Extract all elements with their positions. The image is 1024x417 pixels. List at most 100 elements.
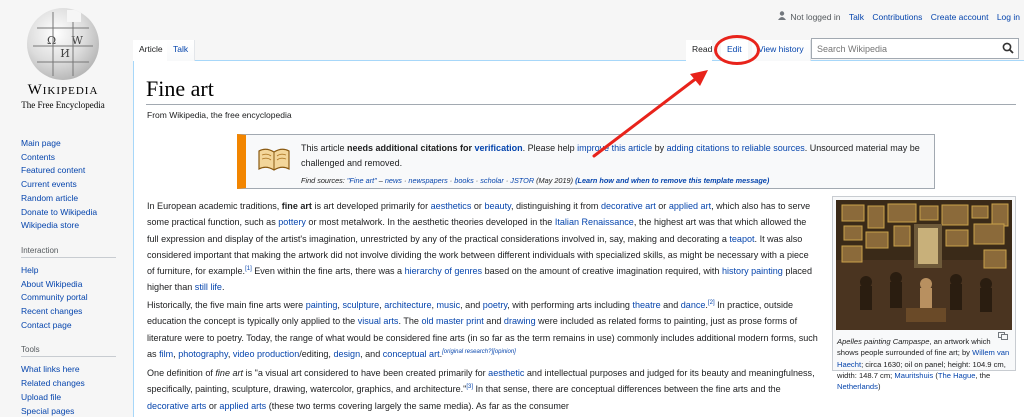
- link-painting[interactable]: painting: [306, 300, 338, 310]
- tab-view-history[interactable]: View history: [752, 40, 811, 61]
- text: or: [655, 201, 669, 211]
- caption-title: Apelles painting Campaspe: [837, 337, 930, 346]
- link-music[interactable]: music: [437, 300, 461, 310]
- sidebar-heading-tools: Tools: [21, 345, 116, 358]
- link-pottery[interactable]: pottery: [278, 217, 306, 227]
- link-old-master-print[interactable]: old master print: [421, 316, 483, 326]
- link-drawing[interactable]: drawing: [504, 316, 536, 326]
- caption-text: , the: [975, 370, 991, 380]
- link-teapot[interactable]: teapot: [729, 234, 754, 244]
- link-theatre[interactable]: theatre: [632, 300, 660, 310]
- link-still-life[interactable]: still life: [195, 282, 222, 292]
- banner-text-4: . Please help: [522, 143, 578, 153]
- link-conceptual-art[interactable]: conceptual art: [383, 349, 440, 359]
- tag-original-research[interactable]: [original research?]: [442, 349, 493, 355]
- tab-article[interactable]: Article: [133, 40, 170, 61]
- source-fine-art-link[interactable]: "Fine art": [347, 176, 377, 185]
- link-beauty[interactable]: beauty: [484, 201, 511, 211]
- link-architecture[interactable]: architecture: [384, 300, 431, 310]
- log-in-link[interactable]: Log in: [997, 12, 1020, 22]
- sidebar-item-random-article[interactable]: Random article: [21, 192, 126, 206]
- sidebar-item-featured-content[interactable]: Featured content: [21, 164, 126, 178]
- sidebar-item-help[interactable]: Help: [21, 264, 126, 278]
- link-mauritshuis[interactable]: Mauritshuis: [894, 371, 933, 380]
- tag-opinion[interactable]: [opinion]: [493, 349, 516, 355]
- link-aesthetics[interactable]: aesthetics: [431, 201, 472, 211]
- text: and: [483, 316, 504, 327]
- sidebar-item-about[interactable]: About Wikipedia: [21, 278, 126, 292]
- link-hierarchy-of-genres[interactable]: hierarchy of genres: [405, 266, 482, 276]
- ref-2[interactable]: [2]: [708, 300, 715, 306]
- search-input[interactable]: [811, 38, 1019, 59]
- link-applied-art[interactable]: applied art: [669, 201, 711, 211]
- open-book-icon: [258, 148, 290, 171]
- sidebar-item-community-portal[interactable]: Community portal: [21, 291, 126, 305]
- link-decorative-art[interactable]: decorative art: [601, 201, 656, 211]
- link-the-hague[interactable]: The Hague: [938, 371, 976, 380]
- ref-3[interactable]: [3]: [466, 384, 473, 390]
- learn-more-link[interactable]: (Learn how and when to remove this templ…: [575, 176, 769, 185]
- sidebar-item-contents[interactable]: Contents: [21, 151, 126, 165]
- sidebar-item-current-events[interactable]: Current events: [21, 178, 126, 192]
- page-title: Fine art: [146, 76, 214, 101]
- tab-read[interactable]: Read: [686, 40, 713, 61]
- text: (these two terms covering largely the sa…: [266, 400, 569, 411]
- paragraph-1: In European academic traditions, fine ar…: [147, 198, 818, 296]
- sidebar-item-what-links-here[interactable]: What links here: [21, 363, 126, 377]
- link-aesthetic[interactable]: aesthetic: [488, 368, 524, 378]
- link-decorative-arts[interactable]: decorative arts: [147, 401, 206, 411]
- sidebar-item-donate[interactable]: Donate to Wikipedia: [21, 206, 126, 220]
- link-history-painting[interactable]: history painting: [722, 266, 783, 276]
- banner-text-2: needs additional citations for: [347, 143, 475, 153]
- sidebar-item-recent-changes[interactable]: Recent changes: [21, 305, 126, 319]
- link-netherlands[interactable]: Netherlands: [837, 382, 878, 391]
- source-scholar-link[interactable]: scholar: [480, 176, 504, 185]
- find-sources-label: Find sources:: [301, 176, 347, 185]
- link-film[interactable]: film: [159, 349, 173, 359]
- sidebar-item-contact[interactable]: Contact page: [21, 319, 126, 333]
- text: , and: [360, 348, 383, 359]
- link-photography[interactable]: photography: [178, 349, 228, 359]
- link-poetry[interactable]: poetry: [483, 300, 507, 310]
- wikipedia-logo[interactable]: Ω W И Wikipedia The Free Encyclopedia: [8, 8, 118, 118]
- link-italian-renaissance[interactable]: Italian Renaissance: [555, 217, 634, 227]
- enlarge-icon[interactable]: [998, 332, 1008, 340]
- link-design[interactable]: design: [333, 349, 360, 359]
- source-news-link[interactable]: news: [385, 176, 402, 185]
- tagline: The Free Encyclopedia: [21, 100, 105, 110]
- contributions-link[interactable]: Contributions: [872, 12, 922, 22]
- text: In European academic traditions,: [147, 201, 282, 211]
- puzzle-globe-icon: Ω W И: [27, 8, 99, 80]
- search-icon[interactable]: [1001, 40, 1015, 56]
- sidebar-item-special-pages[interactable]: Special pages: [21, 405, 126, 417]
- link-dance[interactable]: dance: [681, 300, 706, 310]
- sidebar-item-upload-file[interactable]: Upload file: [21, 391, 126, 405]
- text: .: [221, 282, 225, 293]
- text: One definition of: [147, 368, 216, 378]
- banner-date: (May 2019): [534, 176, 576, 185]
- text: , distinguishing it from: [510, 201, 601, 211]
- source-jstor-link[interactable]: JSTOR: [510, 176, 534, 185]
- sidebar-item-related-changes[interactable]: Related changes: [21, 377, 126, 391]
- link-sculpture[interactable]: sculpture: [342, 300, 379, 310]
- ref-1[interactable]: [1]: [245, 266, 252, 272]
- link-visual-arts[interactable]: visual arts: [358, 316, 399, 326]
- user-icon: [777, 11, 786, 20]
- link-applied-arts[interactable]: applied arts: [219, 401, 266, 411]
- tab-talk[interactable]: Talk: [167, 40, 196, 61]
- text: . The: [398, 316, 422, 327]
- source-newspapers-link[interactable]: newspapers: [408, 176, 447, 185]
- sidebar: Main page Contents Featured content Curr…: [21, 137, 126, 417]
- source-books-link[interactable]: books: [454, 176, 473, 185]
- sidebar-item-main-page[interactable]: Main page: [21, 137, 126, 151]
- wordmark: Wikipedia: [27, 82, 99, 98]
- verification-link[interactable]: verification: [475, 143, 523, 153]
- text: In that sense, there are conceptual diff…: [473, 384, 781, 395]
- text: and: [660, 300, 681, 310]
- talk-link[interactable]: Talk: [849, 12, 864, 22]
- page-subtitle: From Wikipedia, the free encyclopedia: [147, 110, 292, 120]
- painting-thumbnail[interactable]: [836, 200, 1012, 330]
- create-account-link[interactable]: Create account: [931, 12, 989, 22]
- link-video-production[interactable]: video production: [233, 349, 299, 359]
- sidebar-item-store[interactable]: Wikipedia store: [21, 219, 126, 233]
